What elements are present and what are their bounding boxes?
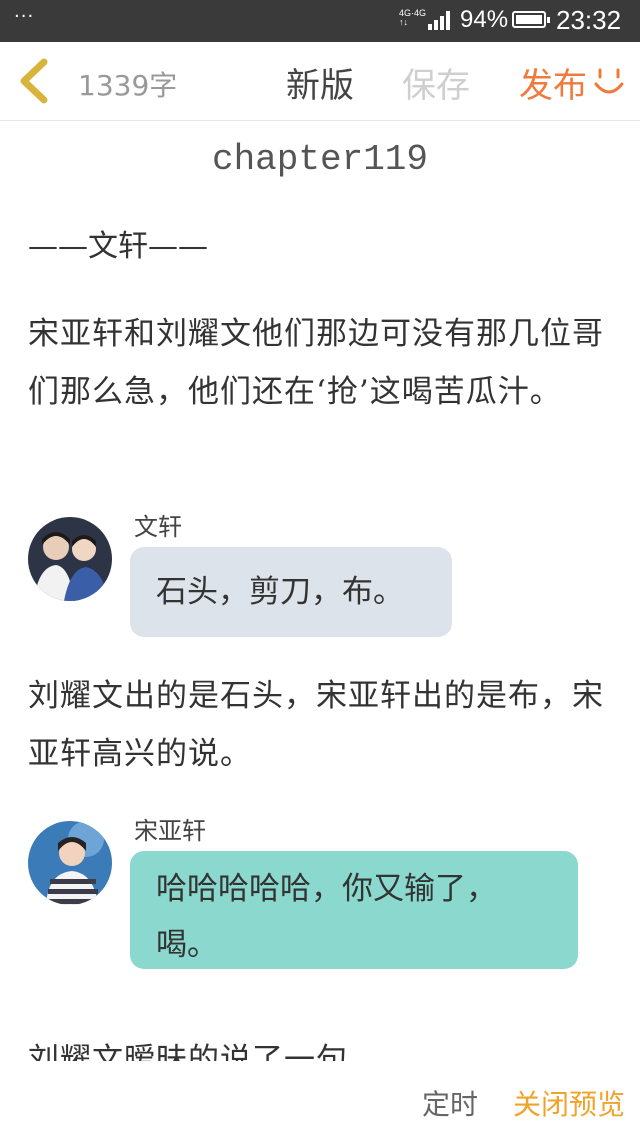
network-label-1: 4G [399,8,412,18]
battery-icon [512,11,550,28]
clock-time: 23:32 [556,5,622,35]
publish-button[interactable]: 发布 [519,58,587,107]
smile-icon[interactable] [592,66,626,100]
chat-bubble: 哈哈哈哈哈，你又输了，喝。 [130,851,578,969]
chapter-title: chapter119 [211,139,429,180]
section-heading: ——文轩—— [28,229,208,264]
speaker-name: 宋亚轩 [134,817,206,845]
avatar-photo-icon [28,517,112,601]
close-preview-button[interactable]: 关闭预览 [513,1083,625,1123]
editor-toolbar: 1339字 新版 保存 发布 [0,42,640,121]
schedule-button[interactable]: 定时 [422,1083,478,1123]
network-label-2: 4G [414,8,427,18]
battery-percent: 94% [460,6,509,33]
bottom-bar: 定时 关闭预览 [0,1061,640,1138]
save-button[interactable]: 保存 [402,58,470,107]
avatar-wenxuan[interactable] [28,517,112,601]
new-version-button[interactable]: 新版 [286,58,354,107]
back-button[interactable] [14,56,54,106]
word-count: 1339字 [78,69,178,102]
chevron-left-icon [20,58,48,104]
avatar-songyaxuan[interactable] [28,821,112,905]
story-paragraph: 刘耀文出的是石头，宋亚轩出的是布，宋亚轩高兴的说。 [28,678,604,772]
chapter-preview[interactable]: chapter119 ——文轩—— 宋亚轩和刘耀文他们那边可没有那几位哥们那么急… [0,121,640,1061]
signal-icon [428,10,454,30]
story-paragraph: 刘耀文暧昧的说了一句。 [28,1042,380,1061]
avatar-photo-icon [28,821,112,905]
status-bar: ··· 4G·4G ↑↓ 94% 23:32 [0,0,640,42]
speaker-name: 文轩 [134,513,182,541]
network-type-indicator: 4G·4G ↑↓ [399,8,427,27]
notification-dots: ··· [14,6,35,27]
chat-bubble: 石头，剪刀，布。 [130,547,452,637]
story-paragraph: 宋亚轩和刘耀文他们那边可没有那几位哥们那么急，他们还在‘抢’这喝苦瓜汁。 [28,316,604,410]
